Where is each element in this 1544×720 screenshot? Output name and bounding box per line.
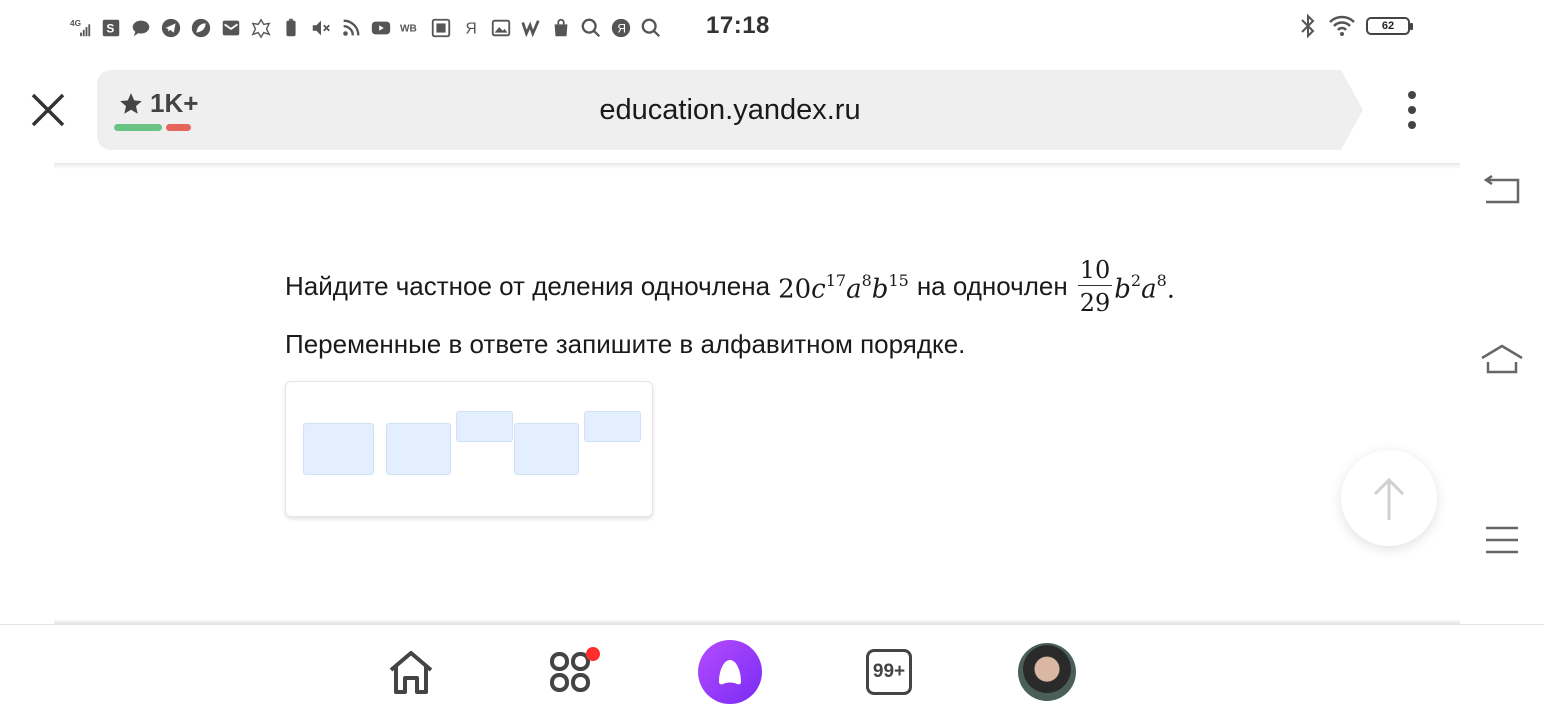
alice-icon — [719, 660, 741, 685]
svg-text:WB: WB — [400, 24, 417, 35]
svg-text:S: S — [106, 22, 114, 36]
bottom-nav-divider — [0, 624, 1544, 625]
signal-4g-icon: 4G — [66, 14, 96, 42]
tabs-counter-button[interactable]: 99+ — [857, 640, 921, 704]
s-app-icon: S — [96, 14, 126, 42]
rating-positive-bar — [114, 124, 162, 131]
url-text[interactable]: education.yandex.ru — [500, 94, 960, 127]
w-icon — [516, 14, 546, 42]
chat-icon — [126, 14, 156, 42]
task-question: Найдите частное от деления одночлена 20c… — [285, 252, 1183, 320]
exponent1-input[interactable] — [456, 411, 513, 442]
alice-assistant-button[interactable] — [698, 640, 762, 704]
status-bar: 4G S WB Я Я 17:18 62 — [0, 0, 1544, 56]
variable2-input[interactable] — [514, 423, 579, 475]
task-text-middle: на одночлен — [916, 271, 1068, 301]
content-top-edge — [54, 163, 1460, 169]
task-text-before: Найдите частное от деления одночлена — [285, 271, 771, 301]
task-text: Найдите частное от деления одночлена 20c… — [285, 252, 1183, 370]
back-icon — [1483, 174, 1520, 204]
wb-icon: WB — [396, 14, 426, 42]
yandex-icon: Я — [606, 14, 636, 42]
monomial-divisor-fraction: 10 29 — [1077, 255, 1113, 317]
more-vertical-icon — [1408, 91, 1416, 129]
battery-indicator: 62 — [1366, 17, 1413, 35]
mute-icon — [306, 14, 336, 42]
task-instruction: Переменные в ответе запишите в алфавитно… — [285, 329, 966, 359]
back-gesture-button[interactable] — [1478, 172, 1526, 212]
scroll-to-top-button[interactable] — [1341, 450, 1437, 546]
notification-dot — [586, 647, 600, 661]
youtube-icon — [366, 14, 396, 42]
monomial-dividend: 20c17a8b15 — [778, 270, 909, 305]
more-menu-button[interactable] — [1397, 90, 1427, 130]
hamburger-icon — [1486, 526, 1518, 554]
variable1-input[interactable] — [386, 423, 451, 475]
image-icon — [486, 14, 516, 42]
profile-avatar[interactable] — [1018, 643, 1076, 701]
leaf-icon — [186, 14, 216, 42]
search-icon — [576, 14, 606, 42]
gallery-icon — [426, 14, 456, 42]
rating-negative-bar — [166, 124, 191, 131]
svg-text:Я: Я — [466, 21, 477, 38]
battery-saver-icon — [276, 14, 306, 42]
rss-icon — [336, 14, 366, 42]
exponent2-input[interactable] — [584, 411, 641, 442]
nav-home-button[interactable] — [379, 640, 443, 704]
answer-input-box — [285, 381, 653, 517]
svg-text:Я: Я — [617, 22, 626, 36]
shopping-icon — [546, 14, 576, 42]
mail-icon — [216, 14, 246, 42]
bluetooth-icon — [1301, 13, 1315, 39]
home-outline-icon — [1481, 344, 1523, 374]
notification-icons: 4G S WB Я Я — [66, 14, 666, 42]
star-icon — [120, 92, 142, 114]
tabs-counter: 99+ — [866, 649, 912, 695]
close-icon — [31, 93, 65, 127]
monomial-divisor-vars: b2a8. — [1114, 270, 1176, 305]
home-icon — [389, 651, 433, 694]
rating-count: 1K+ — [150, 88, 199, 118]
wifi-icon — [1329, 15, 1355, 36]
clock: 17:18 — [706, 12, 770, 39]
ya-icon: Я — [456, 14, 486, 42]
site-rating[interactable]: 1K+ — [118, 88, 198, 119]
system-status: 62 — [1298, 13, 1413, 39]
search-icon — [636, 14, 666, 42]
home-gesture-button[interactable] — [1478, 340, 1526, 380]
coefficient-input[interactable] — [303, 423, 374, 475]
close-button[interactable] — [28, 90, 68, 130]
menu-gesture-button[interactable] — [1478, 520, 1526, 560]
telegram-icon — [156, 14, 186, 42]
svg-text:4G: 4G — [70, 19, 81, 28]
emblem-icon — [246, 14, 276, 42]
arrow-up-icon — [1373, 477, 1405, 520]
